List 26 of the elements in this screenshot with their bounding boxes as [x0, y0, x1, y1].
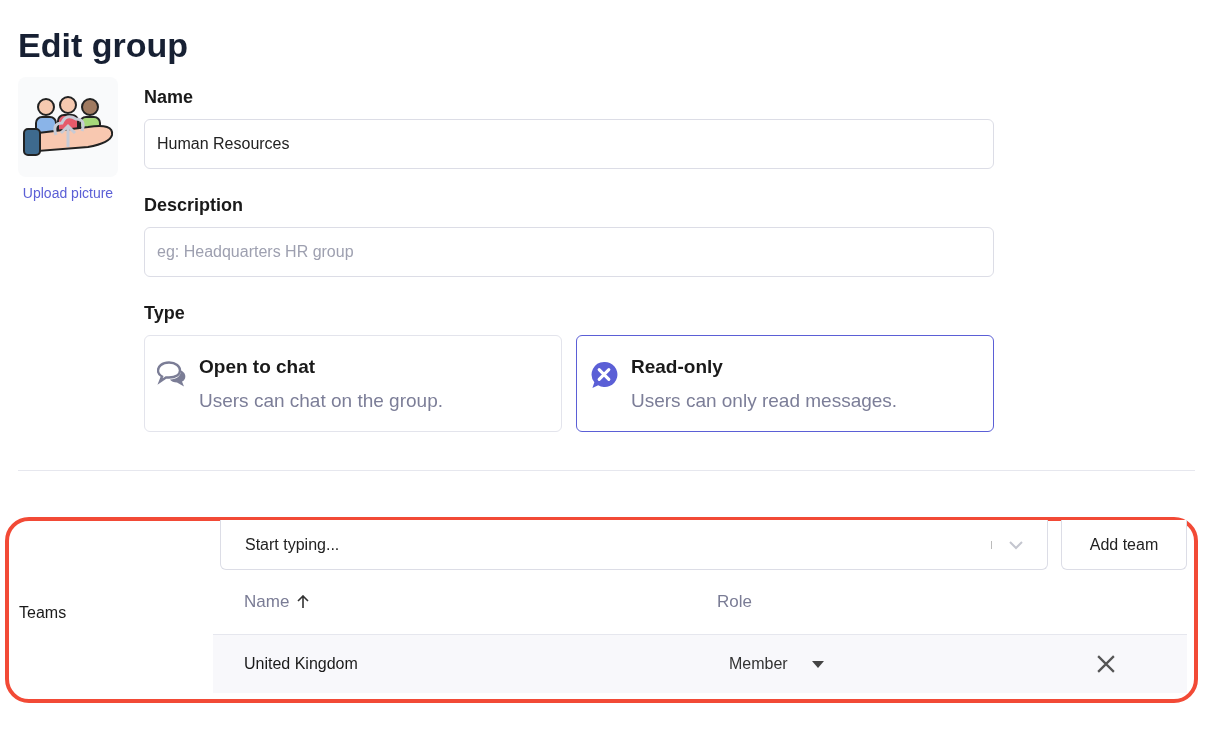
group-picture-icon[interactable]: [18, 77, 118, 177]
speech-bubbles-icon: [157, 360, 187, 389]
sort-ascending-icon[interactable]: [297, 595, 310, 610]
option-title: Open to chat: [199, 356, 317, 378]
option-description: Users can chat on the group.: [199, 390, 443, 412]
teams-label: Teams: [19, 604, 67, 622]
upload-picture-link[interactable]: Upload picture: [22, 185, 114, 201]
blocked-chat-icon: [589, 360, 619, 389]
type-label: Type: [144, 303, 186, 323]
team-search-field[interactable]: Start typing...: [220, 520, 1048, 570]
column-header[interactable]: Role: [717, 592, 752, 613]
remove-icon[interactable]: [1097, 655, 1115, 674]
description-label: Description: [144, 195, 245, 215]
name-label: Name: [144, 87, 195, 107]
role-dropdown[interactable]: Member: [717, 655, 824, 674]
type-option-card[interactable]: Read-only Users can only read messages.: [576, 335, 994, 432]
name-input-field[interactable]: Human Resources: [144, 119, 994, 169]
option-title: Read-only: [631, 356, 724, 378]
page-title: Edit group: [18, 25, 189, 66]
option-description: Users can only read messages.: [631, 390, 898, 412]
column-header[interactable]: Name: [244, 592, 290, 613]
type-option-card[interactable]: Open to chat Users can chat on the group.: [144, 335, 562, 432]
add-team-button[interactable]: Add team: [1061, 520, 1187, 570]
description-input-field[interactable]: eg: Headquarters HR group: [144, 227, 994, 277]
team-name-cell: United Kingdom: [244, 655, 358, 674]
caret-down-icon: [811, 660, 824, 668]
